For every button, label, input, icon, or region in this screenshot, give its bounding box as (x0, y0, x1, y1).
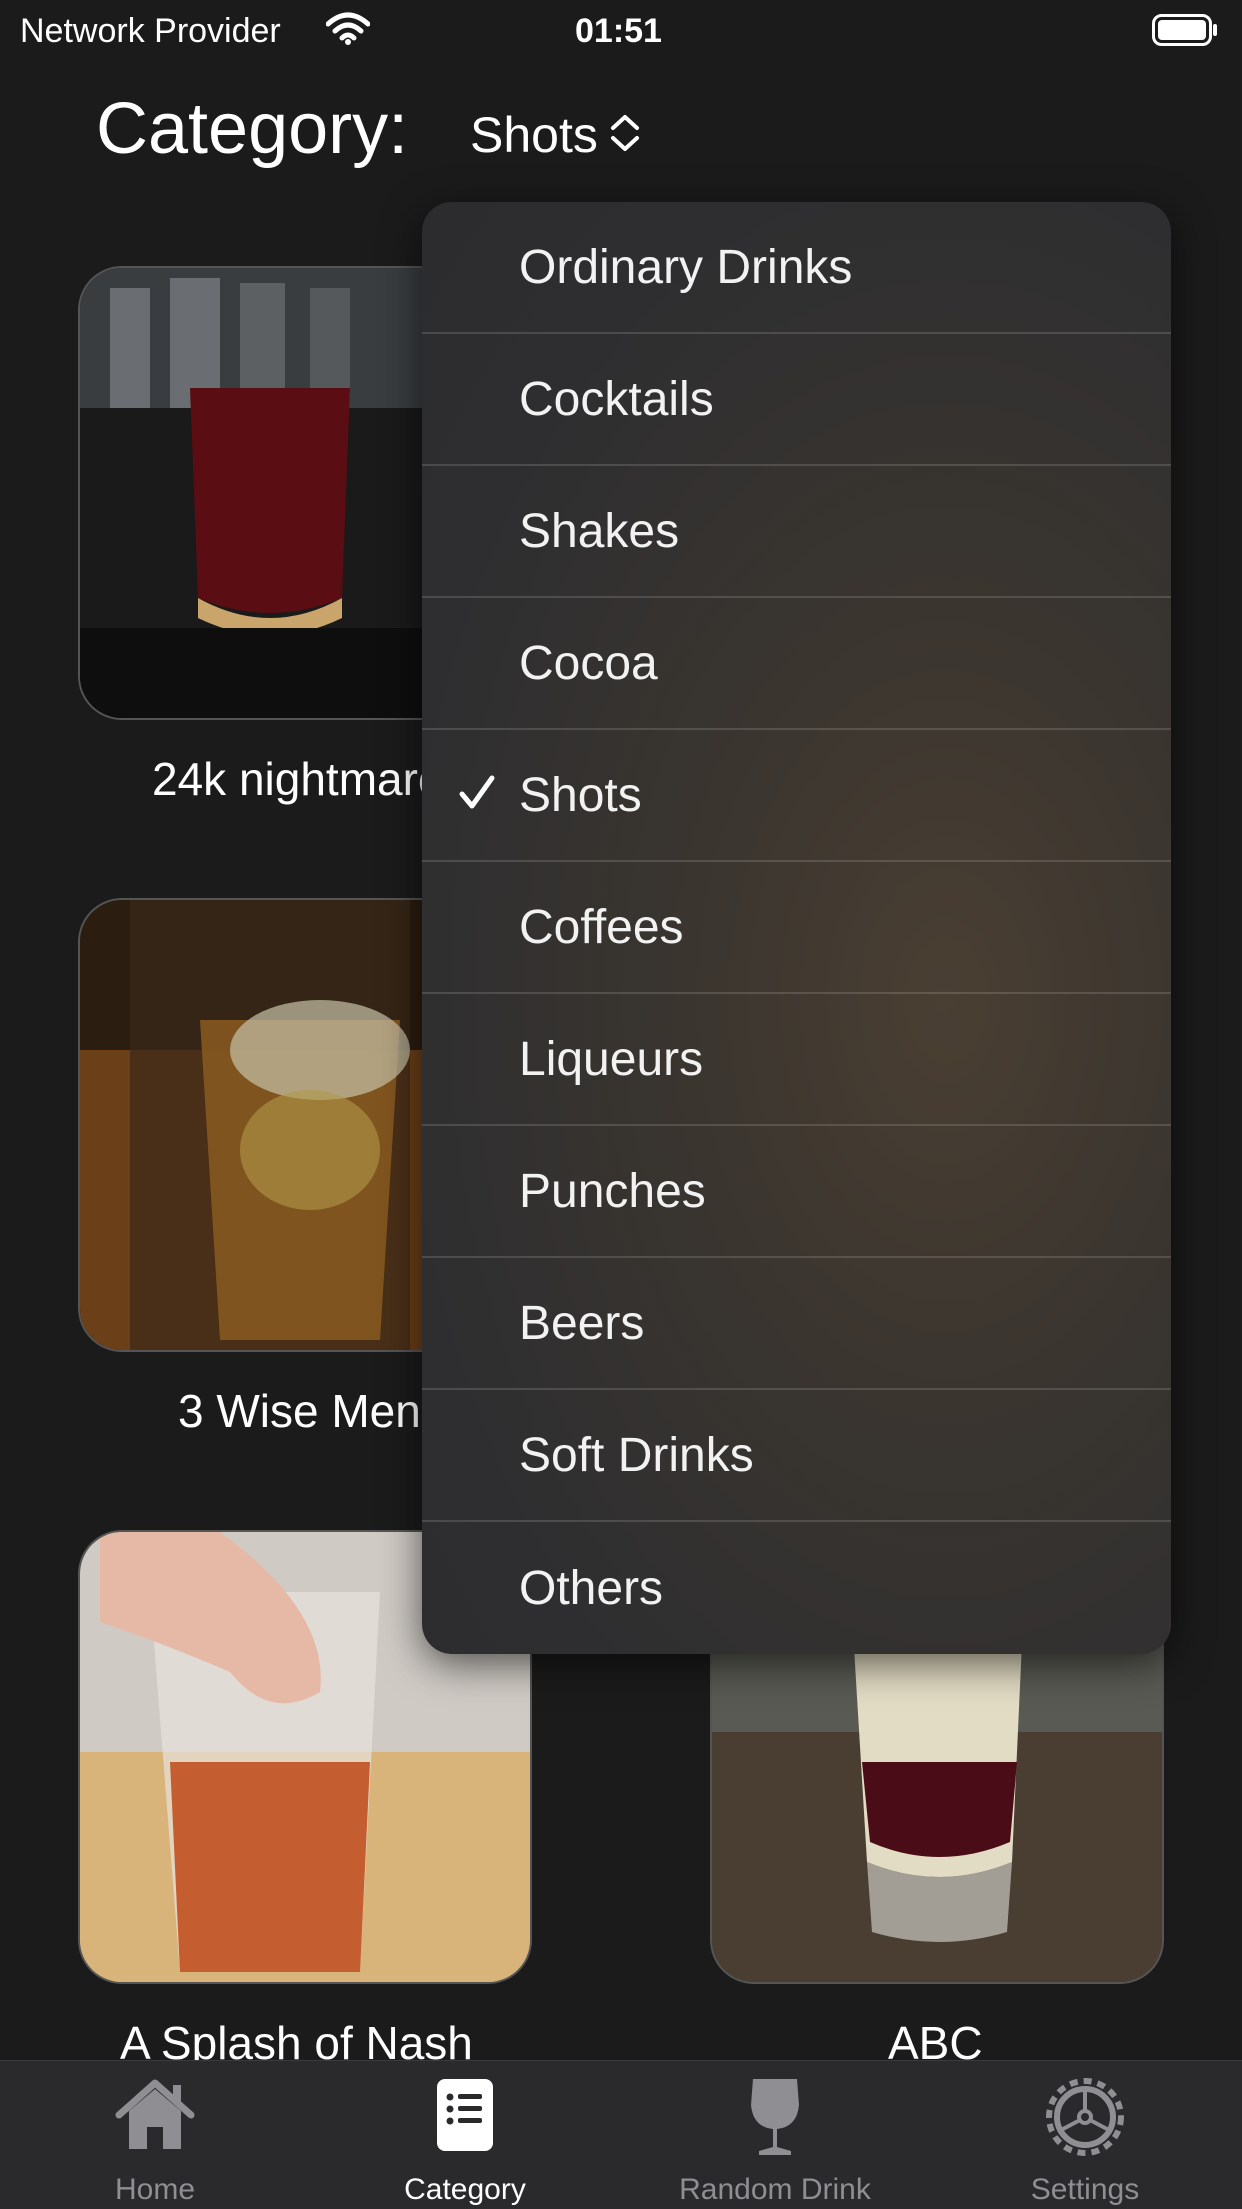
battery-icon (1152, 14, 1218, 46)
menu-item-label: Cocktails (519, 372, 714, 426)
tab-random-drink[interactable]: Random Drink (620, 2061, 930, 2209)
carrier-name: Network Provider (20, 12, 281, 50)
menu-item-label: Shakes (519, 504, 680, 558)
drink-name: 3 Wise Men (178, 1385, 421, 1437)
wifi-icon (325, 12, 371, 51)
tab-bar: Home Category Random Drink Settings (0, 2060, 1242, 2209)
clock: 01:51 (575, 12, 662, 50)
menu-item-label: Shots (519, 768, 642, 822)
list-icon (435, 2077, 495, 2158)
menu-item-label: Soft Drinks (519, 1428, 754, 1482)
tab-label: Home (114, 2173, 196, 2206)
menu-item-shakes[interactable]: Shakes (422, 466, 1171, 598)
menu-item-label: Coffees (519, 900, 684, 954)
wine-glass-icon (747, 2077, 803, 2162)
menu-item-coffees[interactable]: Coffees (422, 862, 1171, 994)
picker-value: Shots (470, 107, 598, 163)
menu-item-cocoa[interactable]: Cocoa (422, 598, 1171, 730)
menu-item-cocktails[interactable]: Cocktails (422, 334, 1171, 466)
tab-label: Random Drink (679, 2173, 871, 2206)
menu-item-shots[interactable]: Shots (422, 730, 1171, 862)
category-picker[interactable]: Shots (470, 106, 642, 164)
house-icon (113, 2077, 197, 2158)
menu-item-label: Cocoa (519, 636, 658, 690)
page-title: Category: (96, 89, 409, 169)
drink-name: 24k nightmare (152, 753, 444, 805)
status-bar: Network Provider 01:51 (0, 0, 1242, 62)
menu-item-label: Ordinary Drinks (519, 240, 853, 294)
menu-item-label: Punches (519, 1164, 706, 1218)
menu-item-ordinary-drinks[interactable]: Ordinary Drinks (422, 202, 1171, 334)
tab-label: Settings (1030, 2173, 1140, 2206)
tab-home[interactable]: Home (0, 2061, 310, 2209)
menu-item-label: Others (519, 1561, 664, 1615)
menu-item-punches[interactable]: Punches (422, 1126, 1171, 1258)
tab-category[interactable]: Category (310, 2061, 620, 2209)
menu-item-liqueurs[interactable]: Liqueurs (422, 994, 1171, 1126)
checkmark-icon (458, 774, 496, 817)
menu-item-soft-drinks[interactable]: Soft Drinks (422, 1390, 1171, 1522)
menu-item-others[interactable]: Others (422, 1522, 1171, 1654)
menu-item-label: Beers (519, 1296, 645, 1350)
menu-item-beers[interactable]: Beers (422, 1258, 1171, 1390)
chevron-up-down-icon (608, 113, 642, 158)
gear-icon (1045, 2077, 1125, 2162)
menu-item-label: Liqueurs (519, 1032, 704, 1086)
tab-settings[interactable]: Settings (930, 2061, 1240, 2209)
tab-label: Category (404, 2173, 526, 2206)
category-dropdown-menu: Ordinary Drinks Cocktails Shakes Cocoa S… (422, 202, 1171, 1654)
